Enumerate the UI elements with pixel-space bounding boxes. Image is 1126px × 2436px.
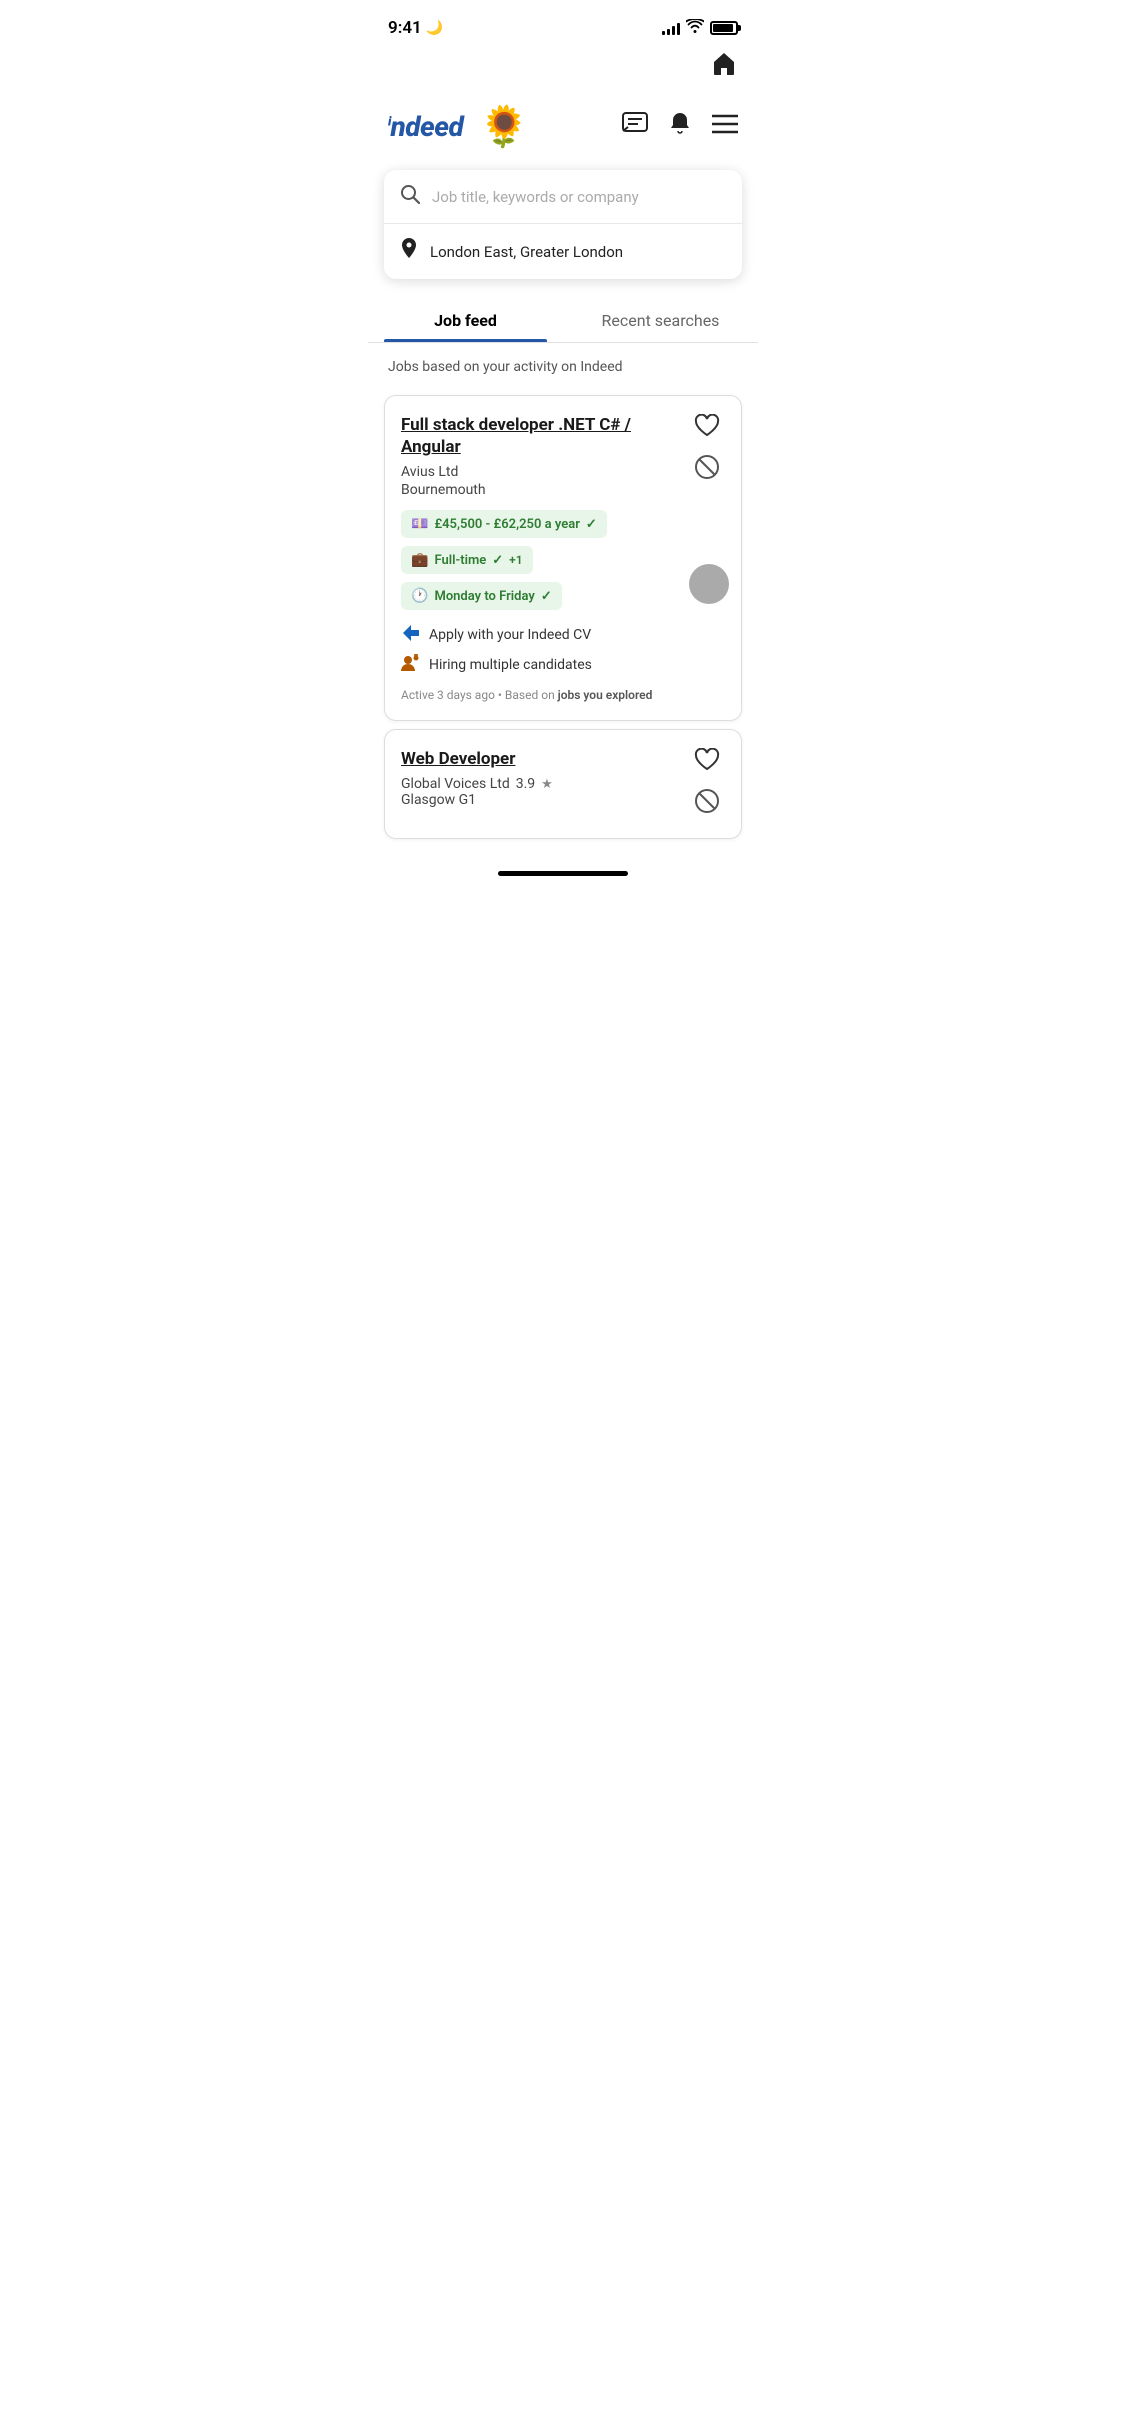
apply-cv-row: Apply with your Indeed CV <box>401 624 725 646</box>
hiring-icon <box>401 654 421 676</box>
job-card-2[interactable]: Web Developer Global Voices Ltd 3.9 ★ Gl… <box>384 729 742 839</box>
apply-cv-text: Apply with your Indeed CV <box>429 627 591 643</box>
message-icon[interactable] <box>622 112 648 142</box>
moon-icon: 🌙 <box>426 20 443 36</box>
home-icon-bar <box>368 50 758 95</box>
header: indeed 🌻 <box>368 95 758 162</box>
job-card-1[interactable]: Full stack developer .NET C# / Angular A… <box>384 395 742 721</box>
salary-check-icon: ✓ <box>586 517 597 532</box>
tab-job-feed[interactable]: Job feed <box>368 295 563 342</box>
salary-text: £45,500 - £62,250 a year <box>434 517 579 532</box>
employment-check-icon: ✓ <box>492 553 503 568</box>
job-title-block-2: Web Developer Global Voices Ltd 3.9 ★ Gl… <box>401 748 681 820</box>
company-rating-number: 3.9 <box>516 776 535 792</box>
job-company-2: Global Voices Ltd <box>401 776 510 792</box>
schedule-tag: 🕐 Monday to Friday ✓ <box>401 582 562 610</box>
save-job-button-2[interactable] <box>694 748 720 778</box>
tags-section-1: 💷 £45,500 - £62,250 a year ✓ 💼 Full-time… <box>401 510 725 610</box>
job-actions-2 <box>689 748 725 820</box>
job-title-2[interactable]: Web Developer <box>401 748 681 770</box>
employment-tag: 💼 Full-time ✓ +1 <box>401 546 533 574</box>
tabs: Job feed Recent searches <box>368 295 758 343</box>
home-button-icon[interactable] <box>710 50 738 85</box>
search-container: Job title, keywords or company London Ea… <box>384 170 742 279</box>
tab-job-feed-label: Job feed <box>434 311 497 330</box>
menu-icon[interactable] <box>712 114 738 140</box>
header-icons <box>622 111 738 143</box>
battery-icon <box>710 21 738 35</box>
apply-cv-icon <box>401 624 421 646</box>
sunflower-icon: 🌻 <box>479 103 529 150</box>
star-icon: ★ <box>541 777 553 792</box>
hiring-row: Hiring multiple candidates <box>401 654 725 676</box>
dismiss-job-button-1[interactable] <box>694 454 720 486</box>
card-body-1: Apply with your Indeed CV Hiring multipl… <box>401 624 725 676</box>
tab-recent-searches[interactable]: Recent searches <box>563 295 758 342</box>
tab-recent-searches-label: Recent searches <box>602 311 720 330</box>
job-title-block-1: Full stack developer .NET C# / Angular A… <box>401 414 681 510</box>
clock-time: 9:41 <box>388 18 422 38</box>
job-actions-1 <box>689 414 725 486</box>
apply-section: Apply with your Indeed CV Hiring multipl… <box>401 624 725 676</box>
job-location-1: Bournemouth <box>401 482 681 498</box>
job-title-1[interactable]: Full stack developer .NET C# / Angular <box>401 414 681 458</box>
job-footer-1: Active 3 days ago • Based on jobs you ex… <box>401 688 725 702</box>
job-footer-bold: jobs you explored <box>558 688 653 702</box>
home-bar <box>498 871 628 876</box>
search-row[interactable]: Job title, keywords or company <box>384 170 742 224</box>
schedule-text: Monday to Friday <box>434 589 534 604</box>
job-card-header-1: Full stack developer .NET C# / Angular A… <box>401 414 725 510</box>
home-indicator <box>368 859 758 884</box>
location-row[interactable]: London East, Greater London <box>384 224 742 279</box>
location-pin-icon <box>400 238 418 265</box>
signal-icon <box>662 21 680 35</box>
hiring-text: Hiring multiple candidates <box>429 657 592 673</box>
job-footer-text: Active 3 days ago • Based on <box>401 688 558 702</box>
briefcase-icon: 💼 <box>411 552 428 568</box>
wifi-icon <box>686 19 704 37</box>
company-rating-2: Global Voices Ltd 3.9 ★ <box>401 776 681 792</box>
employment-plus: +1 <box>509 553 522 567</box>
location-text: London East, Greater London <box>430 243 623 261</box>
status-icons <box>662 19 738 37</box>
indeed-logo[interactable]: indeed <box>388 110 463 143</box>
search-placeholder: Job title, keywords or company <box>432 188 639 206</box>
company-logo-placeholder <box>689 564 729 604</box>
schedule-check-icon: ✓ <box>541 589 552 604</box>
bell-icon[interactable] <box>668 111 692 143</box>
status-time: 9:41 🌙 <box>388 18 443 38</box>
clock-icon: 🕐 <box>411 588 428 604</box>
job-company-1: Avius Ltd <box>401 464 681 480</box>
salary-icon: 💷 <box>411 516 428 532</box>
logo-text: indeed <box>388 110 463 143</box>
salary-tag: 💷 £45,500 - £62,250 a year ✓ <box>401 510 607 538</box>
save-job-button-1[interactable] <box>694 414 720 444</box>
employment-type-text: Full-time <box>434 553 486 568</box>
activity-description: Jobs based on your activity on Indeed <box>368 343 758 387</box>
job-card-header-2: Web Developer Global Voices Ltd 3.9 ★ Gl… <box>401 748 725 820</box>
search-icon <box>400 184 420 209</box>
job-location-2: Glasgow G1 <box>401 792 681 808</box>
status-bar: 9:41 🌙 <box>368 0 758 50</box>
dismiss-job-button-2[interactable] <box>694 788 720 820</box>
employment-tag-row: 💼 Full-time ✓ +1 <box>401 546 725 574</box>
